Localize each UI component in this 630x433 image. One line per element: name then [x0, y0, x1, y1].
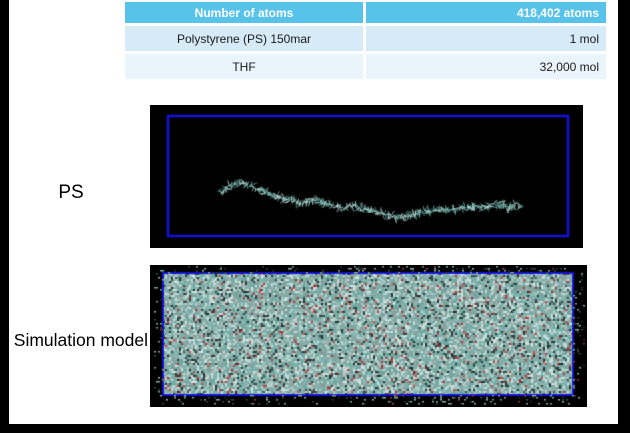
table-header-row: Number of atoms 418,402 atoms — [125, 2, 606, 23]
table-row-thf: THF 32,000 mol — [125, 54, 606, 79]
table-cell-amount: 1 mol — [366, 26, 606, 51]
table-cell-material: THF — [125, 54, 363, 79]
table-row-polystyrene: Polystyrene (PS) 150mar 1 mol — [125, 26, 606, 51]
table-cell-material: Polystyrene (PS) 150mar — [125, 26, 363, 51]
ps-label: PS — [9, 182, 133, 204]
slide-frame: Number of atoms 418,402 atoms Polystyren… — [0, 0, 630, 433]
table-header-total-atoms: 418,402 atoms — [366, 2, 606, 23]
composition-table: Number of atoms 418,402 atoms Polystyren… — [125, 2, 606, 82]
simulation-model-label: Simulation model — [9, 330, 148, 351]
ps-polymer-render — [150, 105, 583, 248]
simulation-model-figure — [150, 265, 587, 407]
slide: Number of atoms 418,402 atoms Polystyren… — [9, 0, 618, 424]
table-cell-amount: 32,000 mol — [366, 54, 606, 79]
simulation-model-render — [150, 265, 587, 407]
ps-figure — [150, 105, 583, 248]
table-header-label: Number of atoms — [125, 2, 363, 23]
